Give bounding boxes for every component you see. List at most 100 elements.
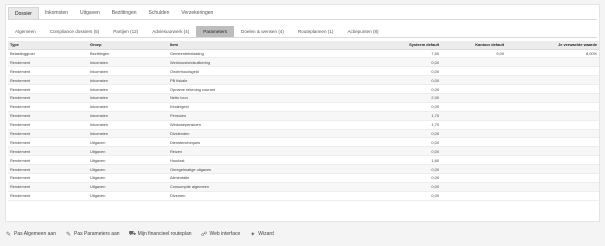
cell-kantoor-default — [441, 66, 506, 77]
cell-system-default: 1,70 — [328, 111, 441, 121]
cell-type: Rendement — [8, 84, 88, 94]
tab-dossier[interactable]: Dossier — [8, 7, 39, 19]
cell-system-default: 7,50 — [328, 49, 441, 59]
subtab-algemeen[interactable]: Algemeen — [8, 26, 43, 37]
cell-system-default: 0,00 — [328, 164, 441, 174]
cell-type: Rendement — [8, 120, 88, 130]
table-row[interactable]: Rendement Uitgaven Reizen 0,00 — [8, 146, 599, 157]
table-row[interactable]: Rendement Inkomsten Onderhoudsgeld 0,00 — [8, 66, 599, 77]
cell-verwachte-waarde — [506, 102, 599, 112]
cell-system-default: 0,00 — [328, 137, 441, 148]
cell-groep: Inkomsten — [88, 57, 168, 68]
cell-type: Rendement — [8, 191, 88, 201]
cell-system-default: 0,00 — [328, 57, 441, 68]
cell-system-default: 0,00 — [328, 182, 441, 192]
column-header-system-default[interactable]: Systeem default — [328, 41, 441, 50]
cell-verwachte-waarde — [506, 146, 599, 157]
edit-algemeen-button[interactable]: ✎ Pas Algemeen aan — [5, 231, 56, 238]
tab-bezittingen[interactable]: Bezittingen — [106, 7, 143, 19]
table-row[interactable]: Rendement Inkomsten Pensioen 1,70 — [8, 111, 599, 121]
subtab-compliance-dossiers[interactable]: Compliance dossiers (5) — [43, 26, 107, 37]
cell-item: Weduwepensioen — [168, 120, 328, 130]
tab-uitgaven[interactable]: Uitgaven — [74, 7, 106, 19]
action-label: Mijn financieel routeplan — [137, 231, 192, 237]
cell-system-default: 0,00 — [328, 129, 441, 139]
tab-verzekeringen[interactable]: Verzekeringen — [175, 7, 219, 19]
tab-inkomsten[interactable]: Inkomsten — [39, 7, 74, 19]
cell-groep: Bezittingen — [88, 49, 168, 59]
cell-groep: Uitgaven — [88, 146, 168, 157]
table-row[interactable]: Rendement Inkomsten Kindergeld 0,00 — [8, 102, 599, 112]
table-row[interactable]: Rendement Uitgaven Huurlast 1,60 — [8, 155, 599, 166]
subtab-doelen-wensen[interactable]: Doelen & wensen (4) — [234, 26, 291, 37]
cell-type: Rendement — [8, 173, 88, 183]
table-row[interactable]: Rendement Inkomsten Netto loon 2,00 — [8, 93, 599, 103]
subtab-adviesuurwerk[interactable]: Adviesuurwerk (4) — [145, 26, 196, 37]
cell-kantoor-default — [441, 93, 506, 103]
edit-parameters-button[interactable]: ✎ Pas Parameters aan — [65, 231, 120, 238]
cell-groep: Inkomsten — [88, 66, 168, 77]
table-row[interactable]: Rendement Inkomsten Werkloosheidsuitkering… — [8, 57, 599, 68]
subtab-parameters[interactable]: Parameters — [196, 26, 235, 37]
subtab-partijen[interactable]: Partijen (12) — [106, 26, 145, 37]
cell-item: Pensioen — [168, 111, 328, 121]
column-header-kantoor-default[interactable]: Kantoor default — [441, 41, 506, 50]
routeplan-button[interactable]: ⛟ Mijn financieel routeplan — [129, 230, 192, 238]
cell-kantoor-default — [441, 75, 506, 86]
table-row[interactable]: Rendement Uitgaven Diversen 0,00 — [8, 191, 599, 201]
top-tab-bar: Dossier Inkomsten Uitgaven Bezittingen S… — [8, 7, 597, 20]
cell-kantoor-default — [441, 129, 506, 139]
cell-type: Rendement — [8, 164, 88, 174]
cell-system-default: 0,00 — [328, 75, 441, 86]
road-icon: ⛟ — [128, 231, 137, 237]
cell-type: Belastinggroei — [8, 49, 88, 59]
table-row[interactable]: Rendement Inkomsten Opname rekening couran… — [8, 84, 599, 94]
cell-groep: Inkomsten — [88, 102, 168, 112]
cell-item: Werkloosheidsuitkering — [168, 57, 328, 68]
subtab-actiepunten[interactable]: Actiepunten (8) — [340, 26, 385, 37]
magic-wand-icon: ✦ — [250, 231, 256, 238]
cell-verwachte-waarde — [506, 93, 599, 103]
cell-groep: Uitgaven — [88, 164, 168, 174]
web-interface-button[interactable]: ☍ Web interface — [201, 231, 241, 238]
tab-schulden[interactable]: Schulden — [143, 7, 176, 19]
column-header-groep[interactable]: Groep — [88, 41, 168, 50]
cell-groep: Inkomsten — [88, 84, 168, 94]
table-row[interactable]: Rendement Inkomsten PB fiskale 0,00 — [8, 75, 599, 86]
action-label: Web interface — [209, 231, 241, 237]
parameters-table-container: Type Groep Item Systeem default Kantoor … — [8, 41, 599, 201]
table-body: Belastinggroei Bezittingen Gemeentebelasti… — [8, 49, 599, 201]
cell-groep: Inkomsten — [88, 111, 168, 121]
subtab-routeplannen[interactable]: Routeplannen (1) — [291, 26, 341, 37]
cell-system-default: 0,00 — [328, 173, 441, 183]
cell-type: Rendement — [8, 155, 88, 166]
table-row[interactable]: Rendement Inkomsten Weduwepensioen 1,70 — [8, 120, 599, 130]
cell-groep: Uitgaven — [88, 137, 168, 148]
cell-groep: Uitgaven — [88, 191, 168, 201]
cell-verwachte-waarde — [506, 164, 599, 174]
cell-kantoor-default — [441, 84, 506, 94]
wizard-button[interactable]: ✦ Wizard — [249, 231, 274, 238]
cell-item: PB fiskale — [168, 75, 328, 86]
table-row[interactable]: Belastinggroei Bezittingen Gemeentebelasti… — [8, 49, 599, 59]
cell-kantoor-default — [441, 102, 506, 112]
table-row[interactable]: Rendement Uitgaven Consumptie algemeen 0,00 — [8, 182, 599, 192]
cell-groep: Inkomsten — [88, 129, 168, 139]
action-bar: ✎ Pas Algemeen aan ✎ Pas Parameters aan … — [5, 228, 274, 240]
cell-system-default: 0,00 — [328, 84, 441, 94]
table-row[interactable]: Rendement Uitgaven Alimentatie 0,00 — [8, 173, 599, 183]
column-header-verwachte-waarde[interactable]: Je verwachte waarde — [506, 41, 599, 50]
cell-type: Rendement — [8, 57, 88, 68]
cell-kantoor-default — [441, 173, 506, 183]
cell-verwachte-waarde — [506, 129, 599, 139]
cell-kantoor-default — [441, 146, 506, 157]
dossier-panel: Dossier Inkomsten Uitgaven Bezittingen S… — [5, 4, 600, 222]
cell-item: Onregelmatige uitgaven — [168, 164, 328, 174]
cell-system-default: 1,70 — [328, 120, 441, 130]
table-row[interactable]: Rendement Uitgaven Dienstencheques 0,00 — [8, 137, 599, 148]
cell-verwachte-waarde — [506, 182, 599, 192]
table-row[interactable]: Rendement Inkomsten Dividenden 0,00 — [8, 129, 599, 139]
column-header-type[interactable]: Type — [8, 41, 88, 50]
column-header-item[interactable]: Item — [168, 41, 328, 50]
table-row[interactable]: Rendement Uitgaven Onregelmatige uitgaven 0… — [8, 164, 599, 174]
